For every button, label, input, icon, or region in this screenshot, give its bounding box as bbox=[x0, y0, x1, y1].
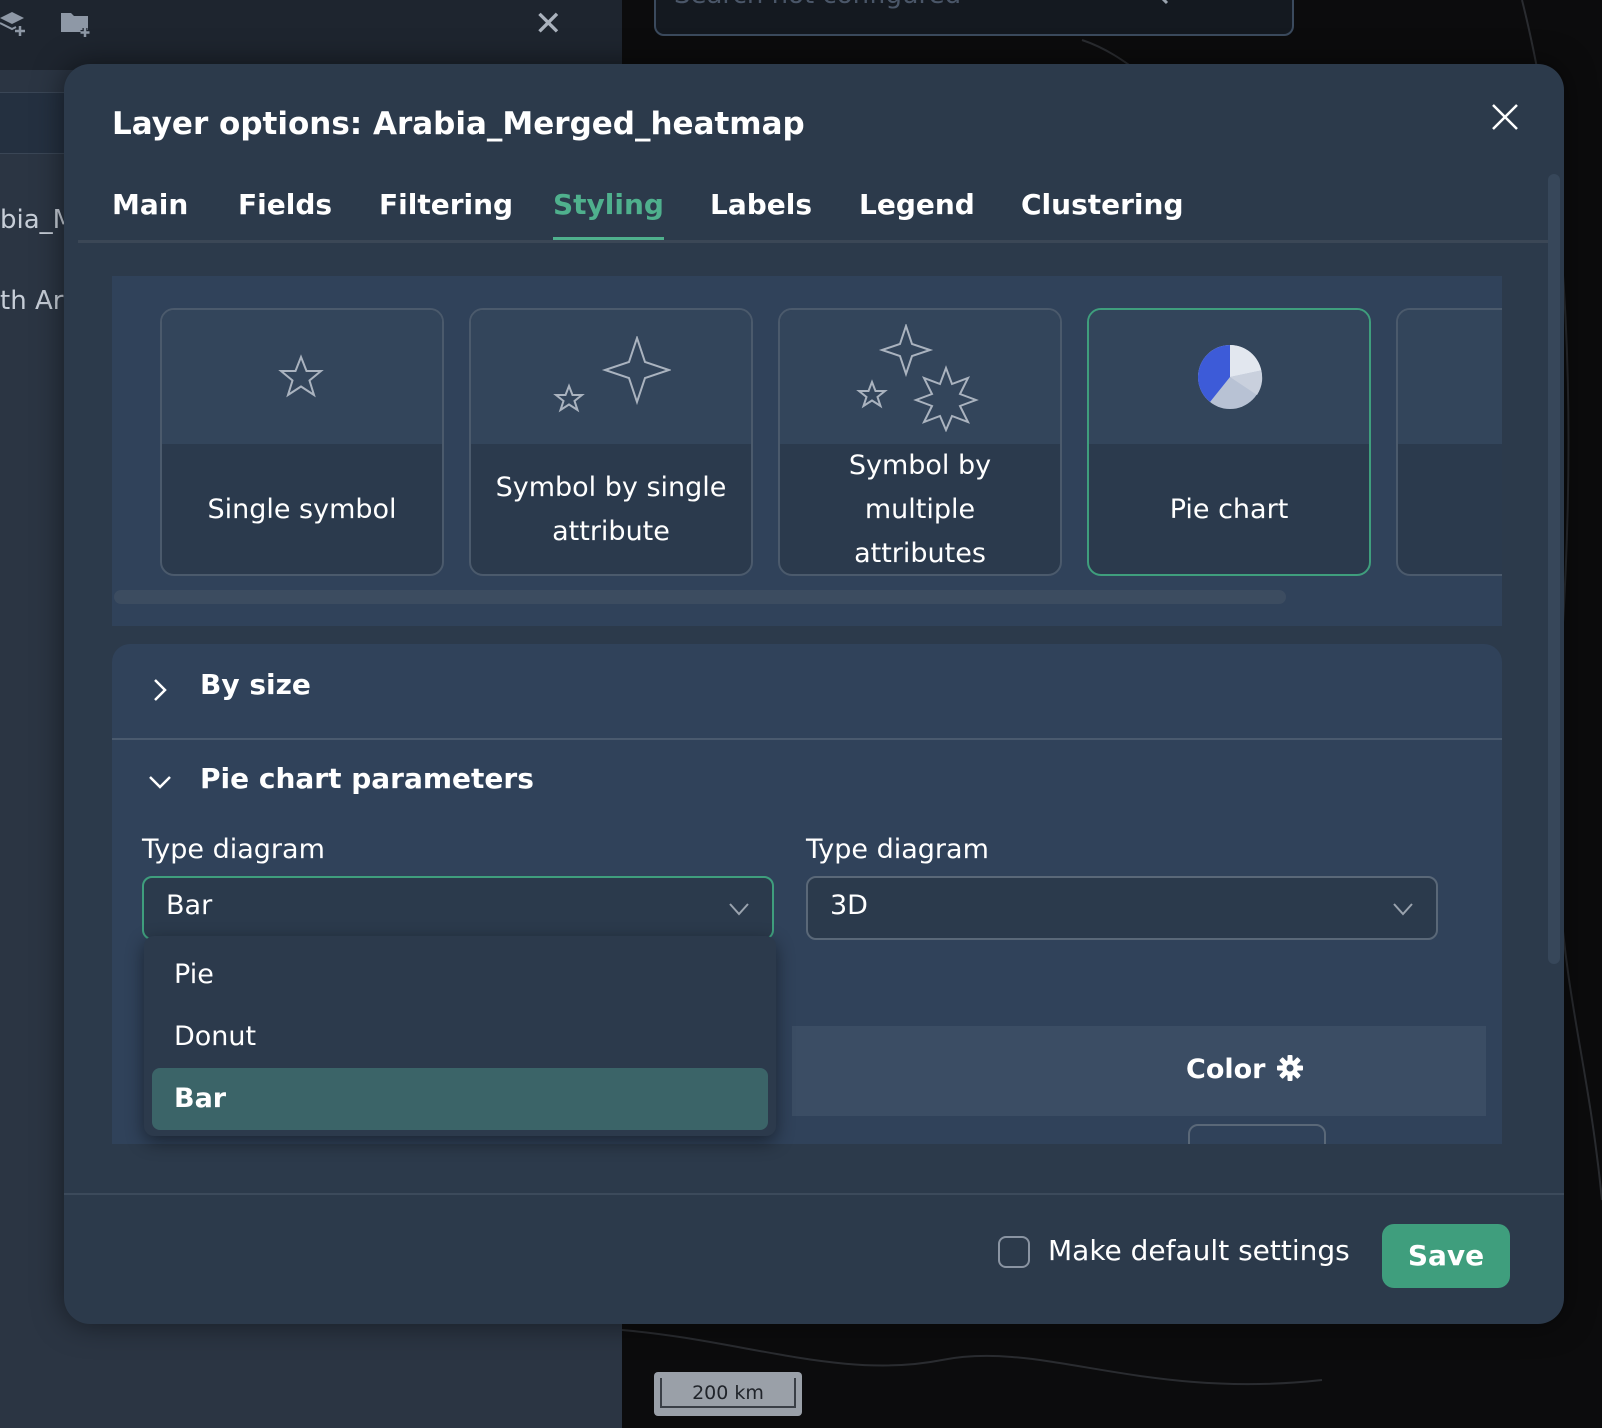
footer-divider bbox=[64, 1193, 1564, 1195]
card-label: Pie chart bbox=[1169, 494, 1289, 525]
add-layer-icon[interactable] bbox=[0, 8, 28, 38]
search-placeholder: Search not configured bbox=[674, 0, 961, 10]
tab-clustering[interactable]: Clustering bbox=[1021, 176, 1184, 240]
by-size-section-header[interactable]: By size bbox=[112, 644, 1502, 738]
close-sidebar-icon[interactable]: ✕ bbox=[534, 4, 563, 44]
search-settings-gear-icon[interactable] bbox=[1222, 0, 1254, 4]
card-label: Symbol by multiple attributes bbox=[848, 450, 992, 569]
style-card-pie-chart[interactable]: Pie chart bbox=[1087, 308, 1371, 576]
tab-fields[interactable]: Fields bbox=[238, 176, 332, 240]
card-label: Symbol by single attribute bbox=[495, 472, 727, 547]
tab-main[interactable]: Main bbox=[112, 176, 188, 240]
select-value: Bar bbox=[166, 890, 213, 921]
tab-labels[interactable]: Labels bbox=[710, 176, 812, 240]
chevron-down-icon bbox=[1392, 898, 1414, 920]
style-card-single-symbol[interactable]: Single symbol bbox=[160, 308, 444, 576]
pie-chart-parameters-section-header[interactable]: Pie chart parameters bbox=[112, 740, 1502, 834]
tabs-divider bbox=[78, 240, 1550, 243]
color-column-header: Color bbox=[1186, 1054, 1266, 1085]
map-search-field[interactable]: Search not configured bbox=[654, 0, 1294, 36]
card-label: Single symbol bbox=[207, 494, 397, 525]
stars-multiple-attributes-icon bbox=[856, 322, 980, 436]
type-diagram-label: Type diagram bbox=[806, 834, 989, 865]
map-scale-bar: 200 km bbox=[654, 1372, 802, 1416]
tab-styling[interactable]: Styling bbox=[553, 176, 664, 240]
dialog-scrollbar[interactable] bbox=[1548, 174, 1560, 964]
select-value: 3D bbox=[830, 890, 868, 921]
style-card-single-attribute[interactable]: Symbol by single attribute bbox=[469, 308, 753, 576]
dropdown-option-pie[interactable]: Pie bbox=[152, 944, 768, 1006]
sidebar-search-row[interactable] bbox=[0, 92, 70, 154]
style-card-partial[interactable] bbox=[1396, 308, 1502, 576]
sidebar-toolbar: ✕ bbox=[0, 0, 622, 70]
type-diagram-label: Type diagram bbox=[142, 834, 325, 865]
pie-chart-icon bbox=[1197, 344, 1263, 414]
stars-single-attribute-icon bbox=[551, 334, 673, 424]
scale-label: 200 km bbox=[660, 1378, 796, 1408]
layer-list-item[interactable]: th Ar bbox=[0, 286, 63, 316]
chevron-down-icon bbox=[146, 768, 174, 796]
section-title: Pie chart parameters bbox=[200, 762, 534, 795]
type-diagram-select[interactable]: Bar bbox=[142, 876, 774, 940]
chevron-down-icon bbox=[728, 898, 750, 920]
chevron-right-icon bbox=[146, 676, 174, 704]
save-button[interactable]: Save bbox=[1382, 1224, 1510, 1288]
dialog-title: Layer options: Arabia_Merged_heatmap bbox=[112, 106, 805, 142]
style-type-carousel: Single symbol Symbol by single attribute… bbox=[112, 276, 1502, 626]
add-folder-icon[interactable] bbox=[60, 8, 90, 38]
color-picker[interactable] bbox=[1188, 1124, 1326, 1144]
carousel-scrollbar[interactable] bbox=[114, 590, 1286, 604]
fields-table-header: Color bbox=[792, 1026, 1486, 1116]
search-icon[interactable] bbox=[1134, 0, 1170, 10]
tab-filtering[interactable]: Filtering bbox=[379, 176, 513, 240]
gear-icon[interactable] bbox=[1276, 1054, 1304, 1082]
type-diagram-dropdown: Pie Donut Bar bbox=[144, 936, 776, 1136]
style-card-multiple-attributes[interactable]: Symbol by multiple attributes bbox=[778, 308, 1062, 576]
make-default-checkbox[interactable] bbox=[998, 1236, 1030, 1268]
dropdown-option-donut[interactable]: Donut bbox=[152, 1006, 768, 1068]
type-diagram-3d-select[interactable]: 3D bbox=[806, 876, 1438, 940]
single-star-icon bbox=[278, 354, 324, 404]
section-title: By size bbox=[200, 668, 311, 701]
dropdown-option-bar[interactable]: Bar bbox=[152, 1068, 768, 1130]
make-default-label[interactable]: Make default settings bbox=[1048, 1234, 1350, 1267]
close-dialog-icon[interactable] bbox=[1490, 102, 1520, 132]
tab-legend[interactable]: Legend bbox=[859, 176, 975, 240]
